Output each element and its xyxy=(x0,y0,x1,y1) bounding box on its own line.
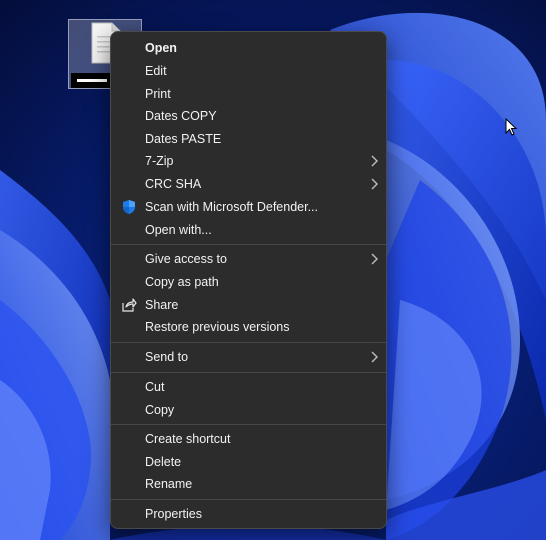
menu-item-7zip[interactable]: 7-Zip xyxy=(115,150,382,172)
menu-item-open-with[interactable]: Open with... xyxy=(115,219,382,241)
desktop[interactable]: Open Edit Print Dates COPY Dates PASTE 7… xyxy=(0,0,546,540)
menu-item-label: Edit xyxy=(145,64,167,78)
menu-separator xyxy=(111,424,386,425)
menu-item-dates-copy[interactable]: Dates COPY xyxy=(115,105,382,127)
menu-item-label: 7-Zip xyxy=(145,154,174,168)
menu-separator xyxy=(111,372,386,373)
context-menu: Open Edit Print Dates COPY Dates PASTE 7… xyxy=(110,31,387,529)
menu-item-label: Create shortcut xyxy=(145,432,231,446)
menu-item-copy[interactable]: Copy xyxy=(115,399,382,421)
file-name-label[interactable] xyxy=(71,73,113,88)
chevron-right-icon xyxy=(371,351,378,363)
file-name-redacted xyxy=(77,79,107,82)
mouse-pointer-icon xyxy=(505,118,517,136)
menu-item-label: Cut xyxy=(145,380,165,394)
menu-item-create-shortcut[interactable]: Create shortcut xyxy=(115,428,382,450)
menu-separator xyxy=(111,244,386,245)
menu-item-label: Share xyxy=(145,298,179,312)
menu-item-label: Dates COPY xyxy=(145,109,217,123)
menu-item-label: Dates PASTE xyxy=(145,132,222,146)
menu-item-copy-as-path[interactable]: Copy as path xyxy=(115,271,382,293)
menu-item-label: Open xyxy=(145,41,177,55)
menu-item-scan-defender[interactable]: Scan with Microsoft Defender... xyxy=(115,196,382,218)
menu-item-give-access[interactable]: Give access to xyxy=(115,248,382,270)
menu-item-label: Properties xyxy=(145,507,202,521)
menu-item-label: Send to xyxy=(145,350,189,364)
chevron-right-icon xyxy=(371,253,378,265)
menu-item-label: Copy xyxy=(145,403,175,417)
menu-item-delete[interactable]: Delete xyxy=(115,451,382,473)
menu-item-label: Delete xyxy=(145,455,182,469)
menu-item-label: Copy as path xyxy=(145,275,219,289)
menu-item-label: Scan with Microsoft Defender... xyxy=(145,200,318,214)
menu-item-label: Open with... xyxy=(145,223,212,237)
menu-item-label: Give access to xyxy=(145,252,227,266)
menu-item-crc-sha[interactable]: CRC SHA xyxy=(115,173,382,195)
menu-separator xyxy=(111,499,386,500)
menu-item-properties[interactable]: Properties xyxy=(115,503,382,525)
menu-item-open[interactable]: Open xyxy=(115,37,382,59)
menu-item-send-to[interactable]: Send to xyxy=(115,346,382,368)
menu-item-label: Restore previous versions xyxy=(145,320,290,334)
menu-separator xyxy=(111,342,386,343)
menu-item-label: CRC SHA xyxy=(145,177,202,191)
menu-item-restore-previous-versions[interactable]: Restore previous versions xyxy=(115,316,382,338)
chevron-right-icon xyxy=(371,155,378,167)
share-icon xyxy=(122,298,137,312)
menu-item-dates-paste[interactable]: Dates PASTE xyxy=(115,128,382,150)
menu-item-edit[interactable]: Edit xyxy=(115,60,382,82)
chevron-right-icon xyxy=(371,178,378,190)
menu-item-label: Rename xyxy=(145,477,193,491)
menu-item-share[interactable]: Share xyxy=(115,294,382,316)
menu-item-label: Print xyxy=(145,87,171,101)
menu-item-cut[interactable]: Cut xyxy=(115,376,382,398)
menu-item-rename[interactable]: Rename xyxy=(115,473,382,495)
defender-shield-icon xyxy=(123,200,135,214)
menu-item-print[interactable]: Print xyxy=(115,83,382,105)
